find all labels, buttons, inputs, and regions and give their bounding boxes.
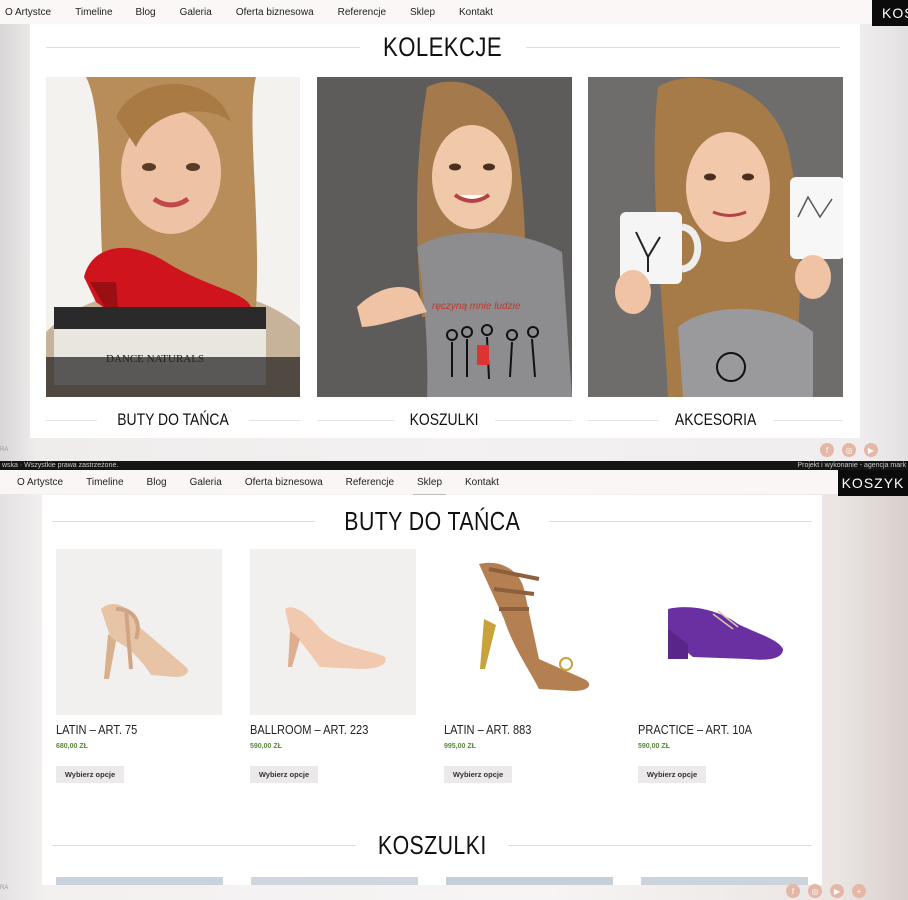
collections-screenshot: O Artystce Timeline Blog Galeria Oferta … bbox=[0, 0, 908, 461]
product-image[interactable] bbox=[638, 549, 804, 715]
share-icon[interactable]: + bbox=[852, 884, 866, 898]
nav-item-referencje[interactable]: Referencje bbox=[346, 477, 394, 488]
purple-practice-shoe-icon bbox=[638, 549, 804, 715]
nav-item-kontakt[interactable]: Kontakt bbox=[459, 7, 493, 18]
nav-item-timeline[interactable]: Timeline bbox=[75, 7, 112, 18]
section-title-buty: BUTY DO TAŃCA bbox=[52, 503, 813, 539]
section-title-kolekcje: KOLEKCJE bbox=[46, 32, 840, 62]
section-title-koszulki: KOSZULKI bbox=[52, 827, 812, 863]
product-name[interactable]: LATIN – ART. 883 bbox=[444, 722, 531, 737]
social-links-top: f ◎ ▶ bbox=[820, 443, 878, 457]
facebook-icon[interactable]: f bbox=[820, 443, 834, 457]
collection-caption-akcesoria[interactable]: AKCESORIA bbox=[588, 408, 844, 432]
photo-red-shoe-icon: DANCE NATURALS bbox=[46, 77, 300, 397]
left-edge-text-top: RA bbox=[0, 447, 9, 453]
nav-item-blog[interactable]: Blog bbox=[136, 7, 156, 18]
nav-item-kontakt[interactable]: Kontakt bbox=[465, 477, 499, 488]
select-options-button[interactable]: Wybierz opcje bbox=[444, 766, 512, 783]
cart-label: KOS bbox=[882, 5, 908, 21]
next-products-row bbox=[56, 877, 808, 885]
youtube-icon[interactable]: ▶ bbox=[864, 443, 878, 457]
shirt-text: ręczyną mnie ludzie bbox=[432, 301, 521, 312]
cart-button[interactable]: KOSZYK bbox=[838, 470, 908, 496]
nav-item-o-artystce[interactable]: O Artystce bbox=[5, 7, 51, 18]
product-name[interactable]: LATIN – ART. 75 bbox=[56, 722, 137, 737]
collection-photo-koszulki[interactable]: ręczyną mnie ludzie bbox=[317, 77, 572, 397]
select-options-button[interactable]: Wybierz opcje bbox=[56, 766, 124, 783]
photo-mugs-icon bbox=[588, 77, 843, 397]
nav-item-oferta[interactable]: Oferta biznesowa bbox=[245, 477, 323, 488]
photo-tshirt-icon: ręczyną mnie ludzie bbox=[317, 77, 572, 397]
nav-item-sklep[interactable]: Sklep bbox=[412, 477, 447, 496]
footer-copyright: wska · Wszystkie prawa zastrzeżone. bbox=[2, 462, 119, 469]
nav-item-galeria[interactable]: Galeria bbox=[180, 7, 212, 18]
nav-item-referencje[interactable]: Referencje bbox=[338, 7, 386, 18]
product-price: 680,00 ZŁ bbox=[56, 743, 88, 750]
collections-card: KOLEKCJE DANCE NATURALS BUTY DO TAŃCA rę… bbox=[30, 24, 860, 438]
left-edge-text-bottom: RA bbox=[0, 885, 9, 891]
nav-item-galeria[interactable]: Galeria bbox=[190, 477, 222, 488]
collection-photo-buty[interactable]: DANCE NATURALS bbox=[46, 77, 300, 397]
product-price: 995,00 ZŁ bbox=[444, 743, 476, 750]
nav-item-oferta[interactable]: Oferta biznesowa bbox=[236, 7, 314, 18]
select-options-button[interactable]: Wybierz opcje bbox=[638, 766, 706, 783]
product-name[interactable]: PRACTICE – ART. 10A bbox=[638, 722, 752, 737]
footer-credits[interactable]: Projekt i wykonanie - agencja mark bbox=[797, 461, 906, 470]
main-nav-bottom: O Artystce Timeline Blog Galeria Oferta … bbox=[0, 470, 838, 496]
nav-item-o-artystce[interactable]: O Artystce bbox=[17, 477, 63, 488]
cart-label: KOSZYK bbox=[841, 475, 905, 491]
collection-photo-akcesoria[interactable] bbox=[588, 77, 843, 397]
product-price: 590,00 ZŁ bbox=[250, 743, 282, 750]
shoebox-brand: DANCE NATURALS bbox=[106, 353, 204, 365]
beige-latin-sandal-icon bbox=[56, 549, 222, 715]
facebook-icon[interactable]: f bbox=[786, 884, 800, 898]
cart-button[interactable]: KOS bbox=[872, 0, 908, 26]
shop-screenshot: O Artystce Timeline Blog Galeria Oferta … bbox=[0, 470, 908, 900]
social-links-bottom: f ◎ ▶ + bbox=[786, 884, 866, 898]
pink-ballroom-pump-icon bbox=[250, 549, 416, 715]
nav-item-sklep[interactable]: Sklep bbox=[405, 7, 440, 26]
product-image[interactable] bbox=[444, 549, 610, 715]
collection-caption-buty[interactable]: BUTY DO TAŃCA bbox=[46, 408, 300, 432]
product-image[interactable] bbox=[250, 549, 416, 715]
main-nav: O Artystce Timeline Blog Galeria Oferta … bbox=[0, 0, 872, 26]
instagram-icon[interactable]: ◎ bbox=[842, 443, 856, 457]
nav-item-timeline[interactable]: Timeline bbox=[86, 477, 123, 488]
select-options-button[interactable]: Wybierz opcje bbox=[250, 766, 318, 783]
products-card: BUTY DO TAŃCA LATIN – ART. 75 680,00 ZŁ … bbox=[42, 495, 822, 885]
footer-bar: wska · Wszystkie prawa zastrzeżone. Proj… bbox=[0, 461, 908, 470]
youtube-icon[interactable]: ▶ bbox=[830, 884, 844, 898]
tan-latin-sandal-icon bbox=[444, 549, 610, 715]
product-name[interactable]: BALLROOM – ART. 223 bbox=[250, 722, 368, 737]
collection-caption-koszulki[interactable]: KOSZULKI bbox=[317, 408, 572, 432]
nav-item-blog[interactable]: Blog bbox=[147, 477, 167, 488]
product-image[interactable] bbox=[56, 549, 222, 715]
product-price: 590,00 ZŁ bbox=[638, 743, 670, 750]
instagram-icon[interactable]: ◎ bbox=[808, 884, 822, 898]
